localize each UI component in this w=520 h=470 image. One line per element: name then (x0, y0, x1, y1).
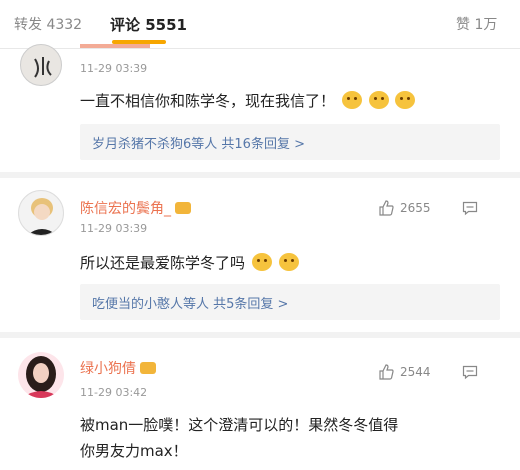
member-badge-icon (175, 202, 191, 214)
reply-summary[interactable]: 吃便当的小憨人等人 共5条回复 > (80, 284, 500, 320)
reply-button[interactable] (462, 364, 478, 384)
comment-text-content: 一直不相信你和陈学冬，现在我信了！ (80, 92, 336, 110)
avatar[interactable] (20, 44, 62, 86)
commenter-name-text: 陈信宏的鬓角_ (80, 201, 171, 217)
doge-emoji-icon (278, 253, 299, 271)
sad-emoji-icon (368, 91, 389, 109)
commenter-name-text: 绿小狗倩 (80, 361, 136, 377)
comment-text: 一直不相信你和陈学冬，现在我信了！ (80, 90, 416, 111)
tab-comments[interactable]: 评论 5551 (110, 14, 187, 35)
comment-text-content: 所以还是最爱陈学冬了吗 (80, 254, 246, 272)
sad-emoji-icon (395, 91, 416, 109)
commenter-name[interactable]: 陈信宏的鬓角_ (80, 198, 191, 218)
avatar[interactable] (18, 352, 64, 398)
comment-time: 11-29 03:42 (80, 386, 148, 399)
like-count: 2544 (400, 365, 431, 379)
tab-repost[interactable]: 转发 4332 (14, 14, 82, 34)
like-button[interactable]: 2544 (378, 364, 431, 380)
reply-summary[interactable]: 岁月杀猪不杀狗6等人 共16条回复 > (80, 124, 500, 160)
comment-text-line: 你男友力max！ (80, 442, 188, 460)
like-button[interactable]: 2655 (378, 200, 431, 216)
comment-text-line: 被man一脸噗！这个澄清可以的！果然冬冬值得 (80, 416, 399, 434)
reply-button[interactable] (462, 200, 478, 220)
comment-divider (0, 332, 520, 338)
avatar-glyph-icon (34, 57, 52, 78)
sad-emoji-icon (341, 91, 362, 109)
comment-bubble-icon (462, 365, 478, 380)
comment-time: 11-29 03:39 (80, 62, 148, 75)
comment-bubble-icon (462, 201, 478, 216)
reply-summary-text: 岁月杀猪不杀狗6等人 共16条回复 > (92, 137, 305, 152)
avatar-person-icon (27, 198, 57, 235)
commenter-name[interactable]: 绿小狗倩 (80, 358, 156, 378)
thumbs-up-icon (379, 364, 394, 380)
comment-text: 所以还是最爱陈学冬了吗 (80, 252, 299, 273)
header-divider (0, 48, 520, 49)
like-count: 2655 (400, 201, 431, 215)
commenter-name-cropped (80, 44, 150, 48)
comment-time: 11-29 03:39 (80, 222, 148, 235)
thumbs-up-icon (379, 200, 394, 216)
avatar-person-icon (22, 356, 60, 398)
avatar[interactable] (18, 190, 64, 236)
comment-tabs: 转发 4332 评论 5551 赞 1万 (0, 0, 520, 48)
reply-summary-text: 吃便当的小憨人等人 共5条回复 > (92, 297, 289, 312)
member-badge-icon (140, 362, 156, 374)
comment-divider (0, 172, 520, 178)
doge-emoji-icon (251, 253, 272, 271)
tab-likes[interactable]: 赞 1万 (456, 14, 497, 34)
